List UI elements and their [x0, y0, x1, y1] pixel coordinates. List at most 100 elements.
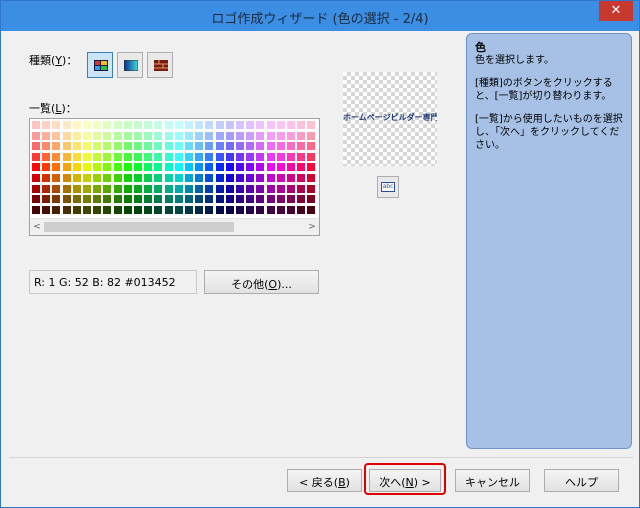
- color-swatch[interactable]: [185, 131, 193, 140]
- color-swatch[interactable]: [93, 152, 102, 161]
- color-swatch[interactable]: [62, 195, 71, 204]
- color-swatch[interactable]: [174, 174, 183, 182]
- color-swatch[interactable]: [123, 174, 132, 182]
- color-swatch[interactable]: [144, 131, 153, 140]
- color-swatch[interactable]: [215, 142, 224, 151]
- color-swatch[interactable]: [42, 205, 51, 214]
- color-swatch[interactable]: [103, 174, 112, 182]
- color-swatch[interactable]: [307, 174, 316, 182]
- color-swatch[interactable]: [185, 142, 193, 151]
- color-swatch[interactable]: [205, 195, 214, 204]
- text-style-button[interactable]: abc: [377, 176, 399, 198]
- color-swatch[interactable]: [185, 184, 193, 193]
- color-swatch[interactable]: [307, 142, 316, 151]
- color-swatch[interactable]: [42, 142, 51, 151]
- color-swatch[interactable]: [144, 152, 153, 161]
- color-swatch[interactable]: [287, 174, 295, 182]
- color-palette[interactable]: < >: [29, 118, 320, 236]
- color-swatch[interactable]: [134, 205, 142, 214]
- back-button[interactable]: < 戻る(B): [287, 469, 362, 492]
- color-swatch[interactable]: [215, 195, 224, 204]
- palette-type-button[interactable]: [87, 52, 113, 78]
- color-swatch[interactable]: [42, 174, 51, 182]
- color-swatch[interactable]: [103, 152, 112, 161]
- color-swatch[interactable]: [246, 142, 255, 151]
- color-swatch[interactable]: [307, 131, 316, 140]
- color-swatch[interactable]: [72, 174, 81, 182]
- color-swatch[interactable]: [164, 131, 173, 140]
- color-swatch[interactable]: [123, 131, 132, 140]
- color-swatch[interactable]: [185, 195, 193, 204]
- color-swatch[interactable]: [276, 121, 285, 129]
- color-swatch[interactable]: [174, 131, 183, 140]
- color-swatch[interactable]: [144, 142, 153, 151]
- color-swatch[interactable]: [83, 152, 91, 161]
- color-swatch[interactable]: [246, 195, 255, 204]
- color-swatch[interactable]: [236, 195, 244, 204]
- color-swatch[interactable]: [93, 174, 102, 182]
- color-swatch[interactable]: [236, 205, 244, 214]
- color-swatch[interactable]: [297, 131, 306, 140]
- color-swatch[interactable]: [42, 131, 51, 140]
- color-swatch[interactable]: [164, 195, 173, 204]
- color-swatch[interactable]: [62, 184, 71, 193]
- color-swatch[interactable]: [276, 195, 285, 204]
- color-swatch[interactable]: [205, 121, 214, 129]
- color-swatch[interactable]: [62, 205, 71, 214]
- color-swatch[interactable]: [256, 152, 265, 161]
- color-swatch[interactable]: [256, 205, 265, 214]
- color-swatch[interactable]: [72, 163, 81, 172]
- color-swatch[interactable]: [185, 121, 193, 129]
- color-swatch[interactable]: [297, 121, 306, 129]
- color-swatch[interactable]: [113, 205, 122, 214]
- color-swatch[interactable]: [287, 131, 295, 140]
- color-swatch[interactable]: [266, 121, 275, 129]
- color-swatch[interactable]: [113, 142, 122, 151]
- color-swatch[interactable]: [164, 205, 173, 214]
- color-swatch[interactable]: [52, 184, 61, 193]
- color-swatch[interactable]: [52, 205, 61, 214]
- color-swatch[interactable]: [62, 131, 71, 140]
- color-swatch[interactable]: [42, 163, 51, 172]
- color-swatch[interactable]: [83, 195, 91, 204]
- color-swatch[interactable]: [174, 152, 183, 161]
- color-swatch[interactable]: [174, 195, 183, 204]
- color-swatch[interactable]: [297, 184, 306, 193]
- color-swatch[interactable]: [154, 152, 163, 161]
- color-swatch[interactable]: [195, 163, 204, 172]
- color-swatch[interactable]: [62, 142, 71, 151]
- color-swatch[interactable]: [276, 205, 285, 214]
- color-swatch[interactable]: [134, 163, 142, 172]
- color-swatch[interactable]: [134, 184, 142, 193]
- color-grid[interactable]: [32, 121, 319, 217]
- color-swatch[interactable]: [205, 131, 214, 140]
- color-swatch[interactable]: [113, 121, 122, 129]
- color-swatch[interactable]: [123, 121, 132, 129]
- color-swatch[interactable]: [134, 195, 142, 204]
- color-swatch[interactable]: [307, 152, 316, 161]
- color-swatch[interactable]: [246, 205, 255, 214]
- color-swatch[interactable]: [195, 131, 204, 140]
- color-swatch[interactable]: [72, 195, 81, 204]
- color-swatch[interactable]: [276, 152, 285, 161]
- color-swatch[interactable]: [52, 163, 61, 172]
- color-swatch[interactable]: [225, 205, 234, 214]
- other-colors-button[interactable]: その他(O)...: [204, 270, 319, 294]
- color-swatch[interactable]: [287, 121, 295, 129]
- color-swatch[interactable]: [72, 121, 81, 129]
- color-swatch[interactable]: [113, 152, 122, 161]
- color-swatch[interactable]: [246, 184, 255, 193]
- color-swatch[interactable]: [154, 131, 163, 140]
- color-swatch[interactable]: [113, 174, 122, 182]
- color-swatch[interactable]: [246, 152, 255, 161]
- color-swatch[interactable]: [287, 195, 295, 204]
- color-swatch[interactable]: [276, 131, 285, 140]
- color-swatch[interactable]: [256, 142, 265, 151]
- color-swatch[interactable]: [134, 174, 142, 182]
- color-swatch[interactable]: [62, 121, 71, 129]
- color-swatch[interactable]: [236, 152, 244, 161]
- color-swatch[interactable]: [62, 163, 71, 172]
- color-swatch[interactable]: [144, 121, 153, 129]
- gradient-type-button[interactable]: [117, 52, 143, 78]
- color-swatch[interactable]: [32, 152, 40, 161]
